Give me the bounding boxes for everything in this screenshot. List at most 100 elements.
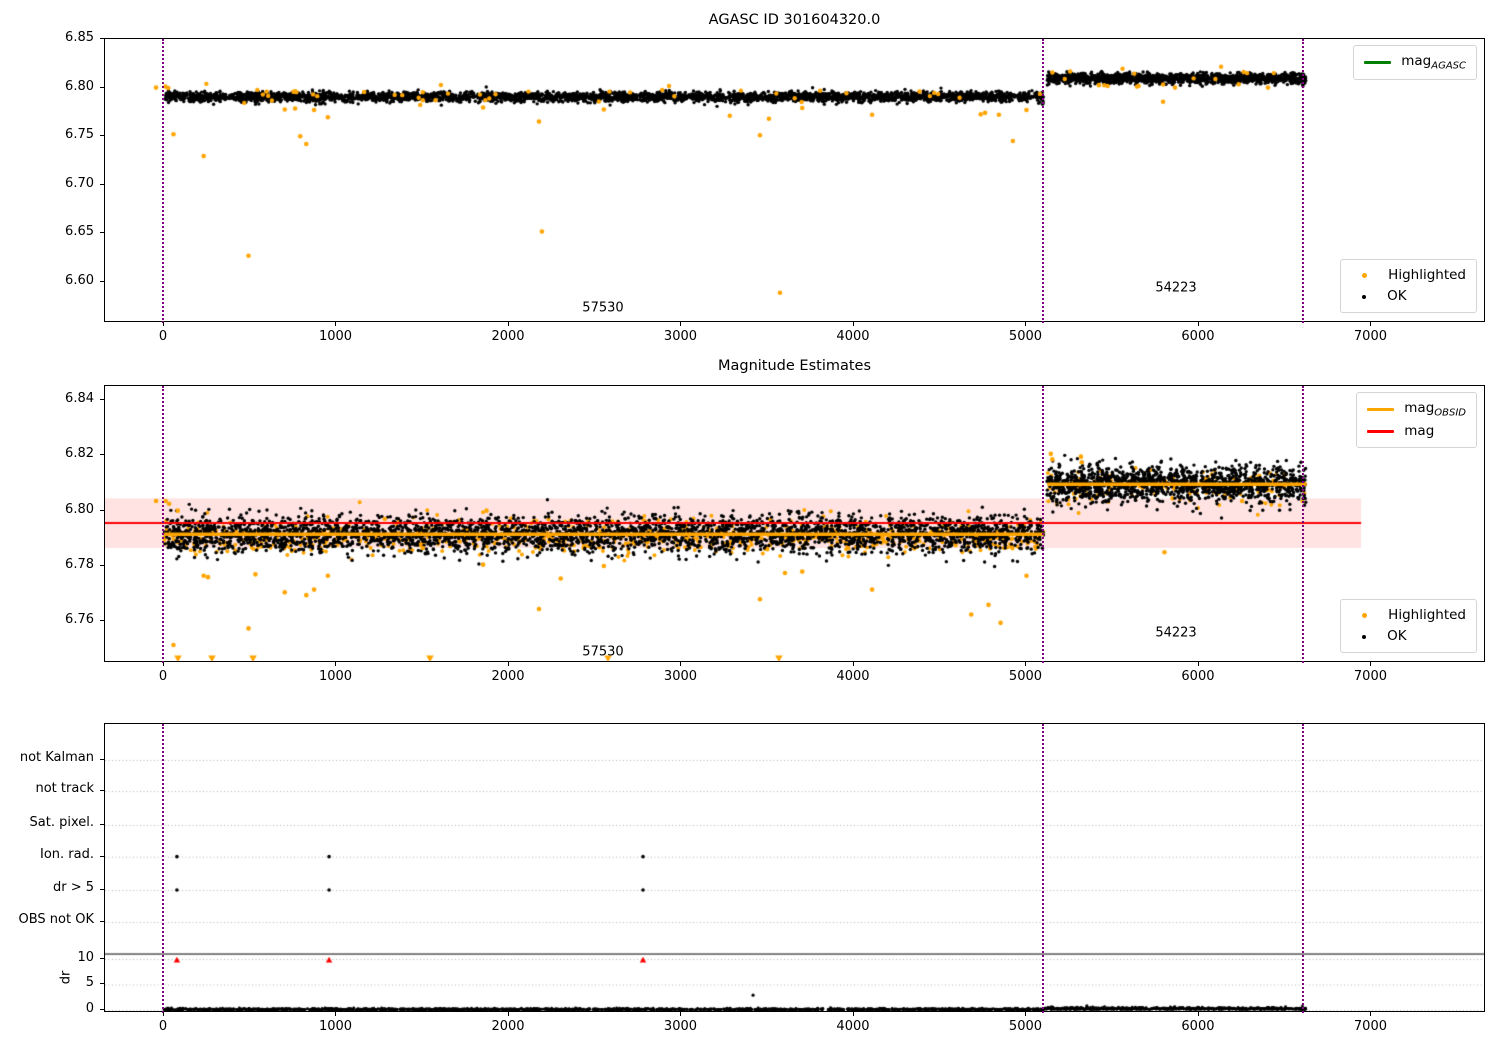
plot-title-magnitude-estimates: Magnitude Estimates — [717, 358, 872, 374]
dr-tick-label: 5 — [85, 975, 94, 991]
x-tick-label: 3000 — [663, 329, 698, 344]
y-tick-mark — [100, 983, 104, 985]
flag-category-label: Sat. pixel. — [29, 815, 94, 830]
x-tick-mark — [1025, 662, 1027, 666]
scatter-canvas-agasc — [105, 39, 1484, 321]
y-tick-mark — [100, 280, 104, 282]
y-tick-mark — [100, 620, 104, 622]
x-tick-mark — [162, 1012, 164, 1016]
x-tick-label: 4000 — [836, 329, 870, 344]
legend-label-highlighted: Highlighted — [1388, 607, 1466, 624]
legend-label-mag-obsid: magOBSID — [1404, 400, 1466, 419]
x-tick-mark — [507, 662, 509, 666]
y-tick-mark — [100, 509, 104, 511]
plot-mag-agasc: magAGASC Highlighted OK 57530 54223 — [104, 38, 1485, 323]
x-tick-mark — [1370, 322, 1372, 326]
x-tick-mark — [852, 662, 854, 666]
legend-mag-agasc: magAGASC — [1353, 45, 1477, 81]
y-tick-mark — [100, 759, 104, 760]
x-tick-mark — [1370, 1012, 1372, 1016]
dr-tick-label: 0 — [85, 1000, 94, 1016]
ok-dot-swatch — [1362, 634, 1367, 639]
x-tick-mark — [1197, 662, 1199, 666]
x-tick-mark — [852, 1012, 854, 1016]
x-tick-mark — [680, 322, 682, 326]
y-tick-mark — [100, 135, 104, 137]
x-tick-label: 5000 — [1008, 1019, 1043, 1034]
x-tick-label: 1000 — [318, 669, 353, 684]
y-tick-mark — [100, 920, 104, 922]
plot-flags: dr — [58, 723, 1485, 1013]
x-tick-label: 7000 — [1353, 329, 1387, 344]
y-tick-label: 6.76 — [65, 612, 94, 628]
x-tick-label: 0 — [158, 1019, 168, 1034]
obsid-divider-line — [1302, 39, 1305, 323]
x-tick-mark — [1025, 1012, 1027, 1016]
x-tick-label: 2000 — [491, 329, 525, 344]
x-tick-mark — [852, 322, 854, 326]
y-tick-mark — [100, 824, 104, 825]
x-tick-mark — [335, 1012, 337, 1016]
obsid-divider-line — [1302, 724, 1305, 1013]
x-tick-label: 7000 — [1353, 669, 1387, 684]
y-tick-mark — [100, 855, 104, 857]
x-tick-label: 3000 — [663, 1019, 698, 1034]
y-tick-label: 6.65 — [65, 224, 94, 240]
y-tick-mark — [100, 889, 104, 890]
y-tick-mark — [100, 86, 104, 88]
y-tick-mark — [100, 789, 104, 791]
y-tick-mark — [100, 454, 104, 456]
x-tick-label: 6000 — [1181, 1019, 1215, 1034]
scatter-canvas-flags — [105, 724, 1484, 1011]
figure: AGASC ID 301604320.0 magAGASC Highlighte… — [0, 0, 1500, 1050]
x-tick-label: 7000 — [1353, 1019, 1387, 1034]
y-tick-mark — [100, 38, 104, 39]
x-tick-label: 3000 — [663, 669, 698, 684]
plot-title-agasc: AGASC ID 301604320.0 — [708, 12, 881, 28]
plot-magnitude-estimates: magOBSID mag Highlighted OK 57530 54223 — [104, 385, 1485, 663]
scatter-canvas-estimates — [105, 386, 1484, 661]
obsid-annotation: 57530 — [582, 644, 624, 660]
dr-tick-label: 10 — [77, 949, 94, 965]
x-tick-mark — [507, 1012, 509, 1016]
flag-category-label: Ion. rad. — [40, 846, 94, 862]
y-tick-label: 6.60 — [65, 272, 94, 288]
mag-obsid-line-swatch — [1367, 407, 1395, 412]
x-tick-label: 0 — [158, 329, 168, 344]
x-tick-label: 1000 — [318, 1019, 353, 1034]
obsid-annotation: 57530 — [582, 300, 624, 316]
x-tick-mark — [162, 662, 164, 666]
obsid-divider-line — [161, 386, 164, 663]
obsid-divider-line — [161, 39, 164, 323]
y-tick-mark — [100, 398, 104, 400]
x-tick-label: 4000 — [836, 669, 870, 684]
y-tick-label: 6.82 — [65, 446, 94, 462]
flag-category-label: OBS not OK — [18, 911, 95, 927]
y-tick-label: 6.75 — [65, 127, 94, 143]
ok-dot-swatch — [1362, 294, 1367, 299]
legend-label-ok: OK — [1387, 628, 1407, 645]
obsid-divider-line — [161, 724, 164, 1013]
y-tick-label: 6.85 — [65, 30, 94, 45]
y-tick-label: 6.80 — [65, 501, 94, 517]
y-tick-label: 6.78 — [65, 557, 94, 573]
x-tick-mark — [1025, 322, 1027, 326]
legend-series-top: Highlighted OK — [1340, 259, 1477, 313]
obsid-annotation: 54223 — [1155, 625, 1197, 641]
flag-category-label: not track — [35, 780, 94, 796]
y-tick-mark — [100, 1008, 104, 1010]
x-tick-label: 1000 — [318, 329, 353, 344]
x-tick-mark — [1197, 322, 1199, 326]
x-tick-label: 0 — [158, 669, 168, 684]
x-tick-mark — [335, 322, 337, 326]
flag-category-label: not Kalman — [19, 750, 94, 765]
legend-label-mag: mag — [1404, 423, 1435, 440]
obsid-divider-line — [1041, 724, 1044, 1013]
x-tick-mark — [507, 322, 509, 326]
obsid-divider-line — [1302, 386, 1305, 663]
x-tick-label: 4000 — [836, 1019, 870, 1034]
highlighted-dot-swatch — [1362, 273, 1368, 279]
x-tick-label: 5000 — [1008, 329, 1043, 344]
y-tick-label: 6.80 — [65, 78, 94, 94]
x-tick-mark — [335, 662, 337, 666]
